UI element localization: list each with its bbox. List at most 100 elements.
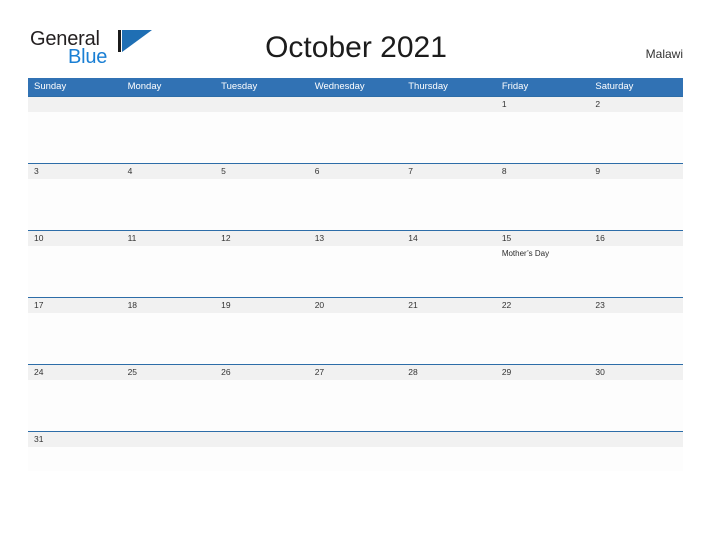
date-cell[interactable]: 29 [496,365,590,380]
date-cell[interactable] [309,432,403,447]
date-cell[interactable]: 16 [589,231,683,246]
event-cell[interactable] [122,447,216,471]
event-cell[interactable] [309,380,403,431]
event-cell-mothers-day[interactable]: Mother’s Day [496,246,590,297]
event-cell[interactable] [589,179,683,230]
event-cell[interactable] [215,112,309,163]
date-cell[interactable] [496,432,590,447]
date-cell[interactable]: 19 [215,298,309,313]
event-cell[interactable] [309,246,403,297]
date-cell[interactable]: 13 [309,231,403,246]
date-cell[interactable]: 25 [122,365,216,380]
date-cell[interactable]: 17 [28,298,122,313]
event-cell[interactable] [215,246,309,297]
date-cell[interactable]: 22 [496,298,590,313]
date-cell[interactable]: 5 [215,164,309,179]
event-cell[interactable] [402,380,496,431]
event-cell[interactable] [402,447,496,471]
event-cell[interactable] [215,179,309,230]
calendar-week-row: 10 11 12 13 14 15 16 Mother’s Day [28,230,683,297]
event-cell[interactable] [28,112,122,163]
event-cell[interactable] [402,313,496,364]
event-cell[interactable] [215,313,309,364]
date-cell[interactable]: 2 [589,97,683,112]
date-cell[interactable]: 1 [496,97,590,112]
date-cell[interactable] [589,432,683,447]
week-date-band: 24 25 26 27 28 29 30 [28,365,683,380]
event-cell[interactable] [309,179,403,230]
date-cell[interactable] [309,97,403,112]
event-cell[interactable] [122,112,216,163]
date-cell[interactable]: 24 [28,365,122,380]
event-cell[interactable] [402,246,496,297]
event-cell[interactable] [496,313,590,364]
event-cell[interactable] [28,246,122,297]
event-cell[interactable] [28,447,122,471]
event-cell[interactable] [402,179,496,230]
event-cell[interactable] [589,313,683,364]
date-cell[interactable]: 9 [589,164,683,179]
week-event-band: Mother’s Day [28,246,683,297]
week-event-band [28,313,683,364]
date-cell[interactable]: 3 [28,164,122,179]
event-cell[interactable] [28,313,122,364]
date-cell[interactable]: 11 [122,231,216,246]
event-cell[interactable] [122,246,216,297]
event-cell[interactable] [309,447,403,471]
event-cell[interactable] [496,380,590,431]
date-cell[interactable] [215,432,309,447]
page-header: General Blue October 2021 Malawi [0,0,712,78]
calendar-week-row: 31 [28,431,683,471]
event-cell[interactable] [215,447,309,471]
date-cell[interactable]: 20 [309,298,403,313]
event-cell[interactable] [28,179,122,230]
date-cell[interactable]: 15 [496,231,590,246]
date-cell[interactable]: 14 [402,231,496,246]
event-cell[interactable] [496,112,590,163]
event-cell[interactable] [589,380,683,431]
event-cell[interactable] [28,380,122,431]
week-date-band: 3 4 5 6 7 8 9 [28,164,683,179]
week-event-band [28,380,683,431]
weekday-header-row: Sunday Monday Tuesday Wednesday Thursday… [28,78,683,96]
weekday-header-monday: Monday [127,81,162,92]
page-title: October 2021 [265,31,447,64]
event-cell[interactable] [402,112,496,163]
event-cell[interactable] [122,313,216,364]
calendar-week-row: 24 25 26 27 28 29 30 [28,364,683,431]
date-cell[interactable]: 31 [28,432,122,447]
date-cell[interactable] [122,97,216,112]
date-cell[interactable] [402,97,496,112]
event-cell[interactable] [122,179,216,230]
date-cell[interactable]: 7 [402,164,496,179]
date-cell[interactable]: 18 [122,298,216,313]
event-cell[interactable] [215,380,309,431]
event-cell[interactable] [309,112,403,163]
date-cell[interactable] [28,97,122,112]
date-cell[interactable] [402,432,496,447]
event-cell[interactable] [589,112,683,163]
weekday-header-wednesday: Wednesday [314,81,365,92]
date-cell[interactable]: 4 [122,164,216,179]
event-cell[interactable] [589,246,683,297]
date-cell[interactable]: 10 [28,231,122,246]
event-cell[interactable] [589,447,683,471]
date-cell[interactable] [215,97,309,112]
event-cell[interactable] [309,313,403,364]
event-cell[interactable] [122,380,216,431]
event-cell[interactable] [496,179,590,230]
date-cell[interactable]: 21 [402,298,496,313]
week-date-band: 31 [28,432,683,447]
date-cell[interactable]: 23 [589,298,683,313]
week-event-band [28,447,683,471]
date-cell[interactable]: 27 [309,365,403,380]
week-date-band: 17 18 19 20 21 22 23 [28,298,683,313]
date-cell[interactable]: 28 [402,365,496,380]
date-cell[interactable]: 12 [215,231,309,246]
date-cell[interactable] [122,432,216,447]
date-cell[interactable]: 8 [496,164,590,179]
date-cell[interactable]: 26 [215,365,309,380]
date-cell[interactable]: 30 [589,365,683,380]
date-cell[interactable]: 6 [309,164,403,179]
event-cell[interactable] [496,447,590,471]
